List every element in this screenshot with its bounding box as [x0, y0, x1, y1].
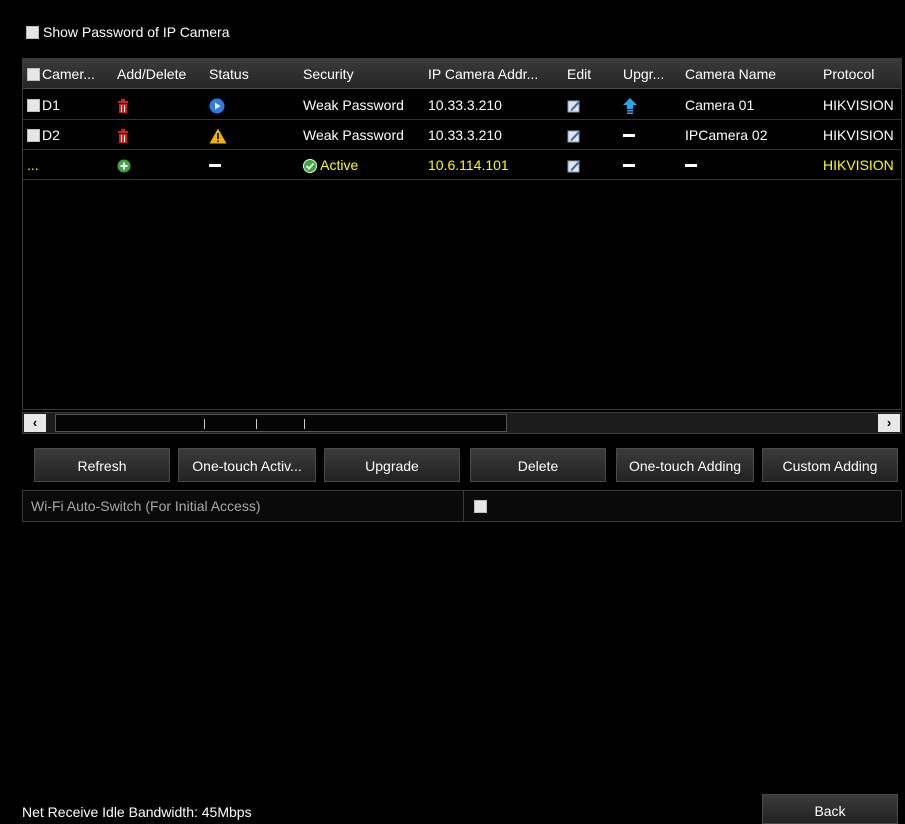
wifi-auto-switch-row: Wi-Fi Auto-Switch (For Initial Access) — [22, 490, 902, 522]
camera-name-cell — [685, 150, 819, 180]
header-ip-address[interactable]: IP Camera Addr... — [428, 59, 566, 89]
header-security[interactable]: Security — [303, 59, 425, 89]
ip-cell: 10.33.3.210 — [428, 127, 502, 143]
protocol-cell: HIKVISION — [823, 127, 894, 143]
dash-icon — [685, 164, 697, 168]
status-cell — [209, 150, 299, 180]
header-add-delete[interactable]: Add/Delete — [117, 59, 205, 89]
camera-table: Camer... Add/Delete Status Security IP C… — [22, 58, 902, 410]
scroll-right-button[interactable]: › — [878, 414, 900, 432]
upgrade-cell — [623, 150, 683, 180]
upgrade-arrow-icon[interactable] — [623, 98, 637, 115]
scroll-thumb[interactable] — [55, 414, 507, 432]
show-password-checkbox[interactable] — [26, 25, 39, 39]
edit-cell[interactable] — [567, 120, 619, 150]
status-cell — [209, 90, 299, 120]
ip-cell: 10.33.3.210 — [428, 97, 502, 113]
play-circle-icon — [209, 98, 225, 114]
camera-cell[interactable]: D1 — [27, 90, 113, 120]
thumb-grip — [304, 419, 305, 429]
horizontal-scrollbar[interactable]: ‹ › — [22, 412, 902, 434]
dash-icon — [623, 164, 635, 168]
divider — [463, 491, 464, 521]
camera-name-cell: Camera 01 — [685, 97, 755, 113]
upgrade-cell[interactable] — [623, 90, 683, 120]
edit-icon[interactable] — [567, 159, 581, 173]
show-password-label: Show Password of IP Camera — [43, 24, 230, 40]
camera-cell[interactable]: D2 — [27, 120, 113, 150]
trash-icon[interactable] — [117, 129, 129, 144]
scroll-left-button[interactable]: ‹ — [24, 414, 46, 432]
bandwidth-status: Net Receive Idle Bandwidth: 45Mbps — [22, 804, 252, 820]
camera-name-cell: IPCamera 02 — [685, 127, 768, 143]
refresh-button[interactable]: Refresh — [34, 448, 170, 482]
header-protocol[interactable]: Protocol — [823, 59, 901, 89]
protocol-cell: HIKVISION — [823, 97, 894, 113]
delete-cell[interactable] — [117, 120, 205, 150]
security-cell: Weak Password — [303, 97, 404, 113]
header-camera[interactable]: Camer... — [27, 59, 113, 89]
plus-circle-icon[interactable] — [117, 159, 131, 173]
warning-icon — [209, 128, 227, 144]
edit-icon[interactable] — [567, 99, 581, 113]
edit-cell[interactable] — [567, 90, 619, 120]
row-checkbox[interactable] — [27, 129, 40, 142]
check-circle-icon — [303, 159, 317, 174]
back-button[interactable]: Back — [762, 794, 898, 824]
table-row[interactable]: D1 Weak Password 10.33.3.210 Camera 01 H… — [23, 90, 901, 120]
security-cell: Active — [303, 150, 425, 180]
thumb-grip — [256, 419, 257, 429]
delete-button[interactable]: Delete — [470, 448, 606, 482]
wifi-auto-switch-checkbox[interactable] — [474, 500, 487, 513]
one-touch-adding-button[interactable]: One-touch Adding — [616, 448, 754, 482]
custom-adding-button[interactable]: Custom Adding — [762, 448, 898, 482]
add-cell[interactable] — [117, 150, 205, 180]
header-camera-name[interactable]: Camera Name — [685, 59, 819, 89]
wifi-auto-switch-label: Wi-Fi Auto-Switch (For Initial Access) — [31, 498, 261, 514]
header-edit[interactable]: Edit — [567, 59, 619, 89]
security-cell: Weak Password — [303, 127, 404, 143]
table-header: Camer... Add/Delete Status Security IP C… — [23, 59, 901, 89]
delete-cell[interactable] — [117, 90, 205, 120]
status-cell — [209, 120, 299, 150]
upgrade-cell — [623, 120, 683, 150]
camera-cell[interactable]: ... — [27, 150, 113, 180]
thumb-grip — [204, 419, 205, 429]
edit-cell[interactable] — [567, 150, 619, 180]
dash-icon — [623, 134, 635, 138]
ip-cell: 10.6.114.101 — [428, 157, 509, 173]
select-all-checkbox[interactable] — [27, 68, 40, 81]
show-password-option[interactable]: Show Password of IP Camera — [26, 22, 230, 42]
row-checkbox[interactable] — [27, 99, 40, 112]
protocol-cell: HIKVISION — [823, 157, 894, 173]
header-status[interactable]: Status — [209, 59, 299, 89]
ip-camera-panel: Show Password of IP Camera Camer... Add/… — [0, 0, 905, 824]
table-row[interactable]: ... Active 10.6.114.101 HIKVISION — [23, 150, 901, 180]
dash-icon — [209, 164, 221, 168]
edit-icon[interactable] — [567, 129, 581, 143]
trash-icon[interactable] — [117, 99, 129, 114]
table-row[interactable]: D2 Weak Password 10.33.3.210 IPCamera 02… — [23, 120, 901, 150]
one-touch-activate-button[interactable]: One-touch Activ... — [178, 448, 316, 482]
header-upgrade[interactable]: Upgr... — [623, 59, 683, 89]
upgrade-button[interactable]: Upgrade — [324, 448, 460, 482]
